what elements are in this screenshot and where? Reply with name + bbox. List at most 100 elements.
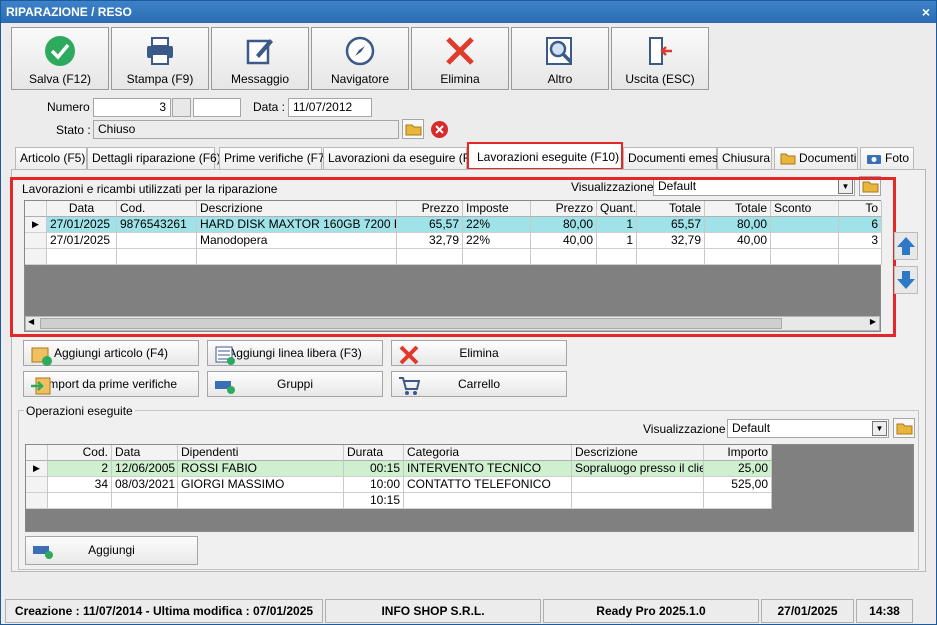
cart-icon — [399, 377, 420, 395]
tab-documenti-emessi[interactable]: Documenti emessi — [623, 147, 727, 169]
printer-icon — [112, 34, 208, 68]
title-bar: RIPARAZIONE / RESO × — [1, 1, 936, 23]
table-cell — [112, 493, 178, 509]
column-header[interactable]: Descrizione — [572, 445, 704, 461]
add-operation-icon — [33, 546, 53, 559]
cart-button[interactable]: Carrello — [391, 371, 567, 397]
move-up-icon[interactable] — [894, 232, 918, 260]
totals-row: 10:15 — [26, 493, 772, 509]
status-version: Ready Pro 2025.1.0 — [543, 599, 759, 623]
column-header[interactable]: Durata — [344, 445, 404, 461]
delete-button[interactable]: Elimina — [411, 27, 509, 90]
status-date: 27/01/2025 — [761, 599, 854, 623]
table-cell: GIORGI MASSIMO — [178, 477, 344, 493]
column-header[interactable]: Importo — [704, 445, 772, 461]
tab-dettagli-riparazione[interactable]: Dettagli riparazione (F6) — [87, 147, 221, 169]
tab-foto[interactable]: Foto — [860, 147, 914, 169]
date-field[interactable]: 11/07/2012 — [288, 98, 372, 117]
message-button[interactable]: Messaggio — [211, 27, 309, 90]
magnifier-icon — [512, 34, 608, 68]
highlight-box — [10, 177, 896, 337]
operazioni-view-value: Default — [732, 421, 771, 435]
add-article-button[interactable]: Aggiungi articolo (F4) — [23, 340, 199, 366]
repair-window: RIPARAZIONE / RESO × Salva (F12) Stampa … — [0, 0, 937, 625]
table-cell — [48, 493, 112, 509]
tab-prime-verifiche[interactable]: Prime verifiche (F7) — [219, 147, 329, 169]
status-time: 14:38 — [856, 599, 913, 623]
documents-folder-icon — [780, 153, 796, 165]
operazioni-header: Cod. Data Dipendenti Durata Categoria De… — [26, 445, 772, 461]
print-button[interactable]: Stampa (F9) — [111, 27, 209, 90]
table-cell: CONTATTO TELEFONICO — [404, 477, 572, 493]
row-selected-indicator: ▶ — [26, 461, 48, 477]
operazioni-grid: Cod. Data Dipendenti Durata Categoria De… — [25, 444, 914, 532]
groups-label: Gruppi — [276, 377, 314, 391]
compass-icon — [312, 34, 408, 68]
column-header[interactable]: Dipendenti — [178, 445, 344, 461]
table-cell — [572, 477, 704, 493]
groups-icon — [215, 381, 235, 394]
numero-picker-button[interactable] — [172, 98, 191, 117]
table-cell — [404, 493, 572, 509]
save-button[interactable]: Salva (F12) — [11, 27, 109, 90]
add-operation-button[interactable]: Aggiungi — [25, 536, 198, 565]
row-indicator — [26, 493, 48, 509]
groups-button[interactable]: Gruppi — [207, 371, 383, 397]
operazioni-title: Operazioni eseguite — [24, 404, 135, 418]
table-cell: 2 — [48, 461, 112, 477]
add-free-line-label: Aggiungi linea libera (F3) — [228, 346, 362, 360]
tab-documenti[interactable]: Documenti — [774, 147, 858, 169]
table-cell: 12/06/2005 — [112, 461, 178, 477]
exit-label: Uscita (ESC) — [625, 72, 695, 86]
tab-articolo[interactable]: Articolo (F5) — [15, 147, 87, 169]
numero-suffix-field[interactable] — [193, 98, 241, 117]
message-icon — [212, 34, 308, 68]
tab-documenti-label: Documenti — [799, 151, 857, 165]
table-cell: 34 — [48, 477, 112, 493]
tab-lavorazioni-da-eseguire[interactable]: Lavorazioni da eseguire (F8) — [323, 147, 481, 169]
move-down-icon[interactable] — [894, 266, 918, 294]
folder-icon[interactable] — [402, 119, 424, 139]
import-first-checks-button[interactable]: Import da prime verifiche — [23, 371, 199, 397]
operazioni-folder-icon[interactable] — [893, 418, 915, 438]
operazioni-view-label: Visualizzazione : — [643, 422, 733, 436]
table-cell: 10:15 — [344, 493, 404, 509]
delete-line-button[interactable]: Elimina — [391, 340, 567, 366]
clear-icon[interactable] — [430, 120, 449, 139]
add-free-line-button[interactable]: Aggiungi linea libera (F3) — [207, 340, 383, 366]
add-article-label: Aggiungi articolo (F4) — [53, 346, 169, 360]
tab-foto-label: Foto — [885, 151, 910, 165]
table-row[interactable]: 34 08/03/2021 GIORGI MASSIMO 10:00 CONTA… — [26, 477, 772, 493]
table-row[interactable]: ▶ 2 12/06/2005 ROSSI FABIO 00:15 INTERVE… — [26, 461, 772, 477]
column-header[interactable]: Categoria — [404, 445, 572, 461]
import-icon — [31, 377, 51, 395]
numero-field[interactable]: 3 — [93, 98, 171, 117]
chevron-down-icon[interactable]: ▼ — [872, 421, 887, 436]
tab-lavorazioni-eseguite[interactable]: Lavorazioni eseguite (F10) — [467, 142, 623, 170]
window-title: RIPARAZIONE / RESO — [6, 5, 132, 19]
table-cell: 525,00 — [704, 477, 772, 493]
tab-chiusura[interactable]: Chiusura — [717, 147, 772, 169]
navigator-button[interactable]: Navigatore — [311, 27, 409, 90]
column-header[interactable]: Cod. — [48, 445, 112, 461]
import-first-checks-label: Import da prime verifiche — [44, 377, 178, 391]
add-line-icon — [215, 346, 235, 365]
column-header[interactable]: Data — [112, 445, 178, 461]
row-indicator-header — [26, 445, 48, 461]
table-cell: 25,00 — [704, 461, 772, 477]
other-button[interactable]: Altro — [511, 27, 609, 90]
table-cell: 10:00 — [344, 477, 404, 493]
exit-button[interactable]: Uscita (ESC) — [611, 27, 709, 90]
message-label: Messaggio — [230, 72, 290, 86]
print-label: Stampa (F9) — [126, 72, 194, 86]
table-cell: INTERVENTO TECNICO — [404, 461, 572, 477]
stato-field[interactable]: Chiuso — [93, 120, 399, 139]
numero-label: Numero : — [47, 100, 97, 114]
camera-icon — [867, 155, 881, 164]
table-cell: 08/03/2021 — [112, 477, 178, 493]
delete-x-icon — [412, 34, 508, 68]
operazioni-view-select[interactable]: Default ▼ — [727, 419, 889, 438]
save-label: Salva (F12) — [28, 72, 92, 86]
status-creation: Creazione : 11/07/2014 - Ultima modifica… — [5, 599, 323, 623]
close-icon[interactable]: × — [922, 1, 930, 23]
